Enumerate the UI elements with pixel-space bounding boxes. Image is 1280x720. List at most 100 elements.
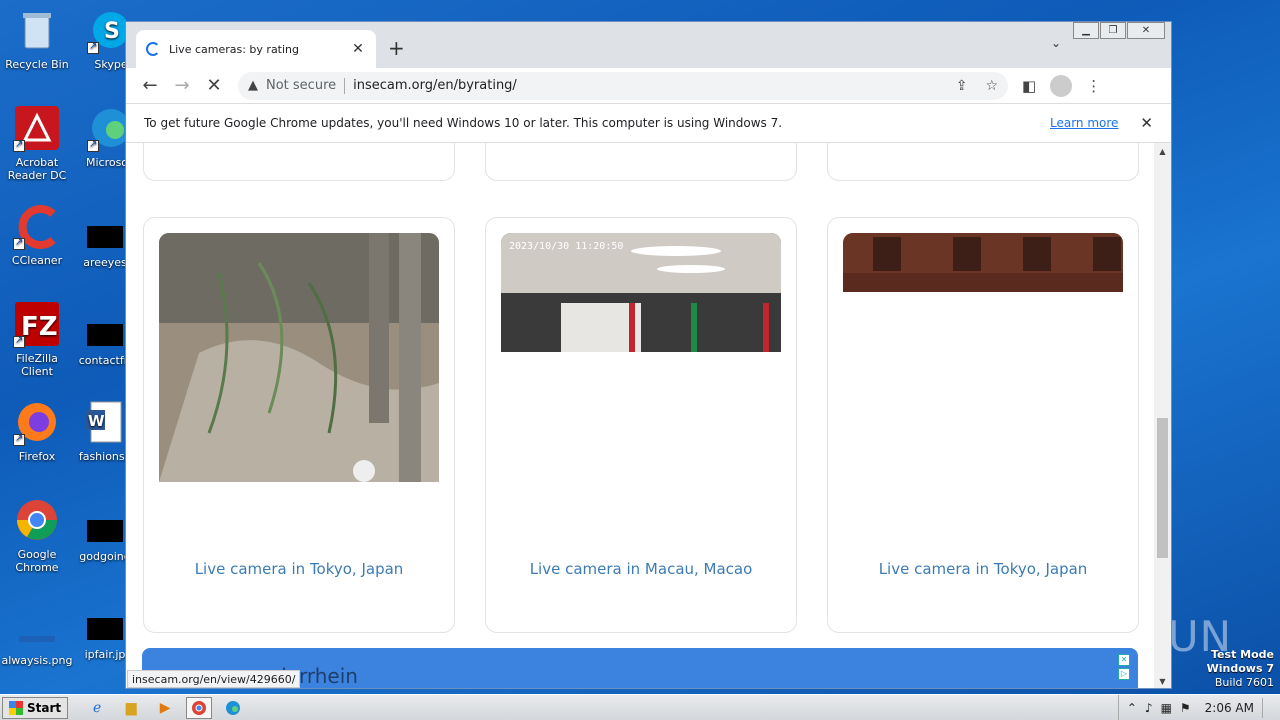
camera-thumbnail[interactable]: 2023/10/30 11:20:50	[501, 233, 781, 352]
taskbar-ie-icon[interactable]: ℯ	[84, 697, 110, 719]
camera-card-partial[interactable]	[143, 143, 455, 181]
taskbar-chrome-icon[interactable]	[186, 696, 213, 719]
file-icon	[87, 520, 123, 542]
shortcut-arrow-icon	[13, 138, 25, 152]
window-controls: ▁ ❐ ✕	[1072, 22, 1165, 39]
camera-thumbnail[interactable]	[843, 233, 1123, 292]
action-center-flag-icon[interactable]: ⚑	[1180, 701, 1191, 715]
start-label: Start	[27, 700, 62, 715]
minimize-button[interactable]: ▁	[1073, 22, 1099, 39]
desktop-icon-label: Firefox	[18, 450, 56, 463]
url-text[interactable]: insecam.org/en/byrating/	[353, 78, 938, 93]
camera-card[interactable]: Live camera in Tokyo, Japan	[827, 217, 1139, 633]
loading-spinner-icon	[146, 42, 160, 56]
ad-choices[interactable]: ✕ ▷	[1118, 654, 1132, 682]
ccleaner-icon	[13, 204, 61, 250]
test-mode-build: Build 7601	[1214, 676, 1274, 689]
forward-arrow-icon[interactable]: →	[166, 75, 198, 96]
ad-close-icon[interactable]: ✕	[1118, 654, 1130, 666]
word-document-icon: W	[81, 400, 129, 446]
desktop-icon-label: FileZilla Client	[16, 352, 58, 378]
address-separator	[344, 77, 346, 94]
camera-thumbnail[interactable]	[159, 233, 439, 482]
desktop-icon-chrome[interactable]: Google Chrome	[0, 498, 74, 574]
learn-more-link[interactable]: Learn more	[1050, 116, 1118, 130]
system-tray: ⌃ ♪ ▦ ⚑ 2:06 AM	[1117, 695, 1280, 720]
file-icon	[87, 618, 123, 640]
camera-feed-image	[159, 233, 439, 482]
taskbar-explorer-icon[interactable]: ▆	[118, 697, 144, 719]
svg-text:S: S	[104, 19, 120, 44]
desktop-icon-acrobat[interactable]: Acrobat Reader DC	[0, 106, 74, 182]
browser-toolbar: ← → ✕ ▲ Not secure insecam.org/en/byrati…	[126, 68, 1171, 103]
desktop-icon-label: alwaysis.png	[1, 654, 73, 667]
scroll-down-arrow-icon[interactable]: ▼	[1154, 673, 1171, 688]
desktop-icon-recycle-bin[interactable]: Recycle Bin	[0, 8, 74, 71]
tab-strip: Live cameras: by rating ✕ + ⌄ ▁ ❐ ✕	[126, 22, 1171, 68]
camera-card-partial[interactable]	[827, 143, 1139, 181]
shortcut-arrow-icon	[13, 334, 25, 348]
volume-icon[interactable]: ♪	[1145, 701, 1153, 715]
clock[interactable]: 2:06 AM	[1205, 701, 1254, 715]
windows-taskbar: Start ℯ ▆ ▶ ⌃ ♪ ▦ ⚑ 2:06 AM	[0, 694, 1280, 720]
page-scrollbar[interactable]: ▲ ▼	[1154, 143, 1171, 688]
camera-card-partial[interactable]	[485, 143, 797, 181]
infobar-close-icon[interactable]: ✕	[1140, 114, 1153, 132]
windows-logo-icon	[9, 700, 23, 715]
desktop-icon-label: Google Chrome	[15, 548, 59, 574]
new-tab-button[interactable]: +	[388, 36, 405, 60]
camera-location-link[interactable]: Live camera in Macau, Macao	[486, 560, 796, 578]
firefox-icon	[13, 400, 61, 446]
show-hidden-icons-icon[interactable]: ⌃	[1127, 701, 1137, 715]
taskbar-media-player-icon[interactable]: ▶	[152, 697, 178, 719]
link-status-bubble: insecam.org/en/view/429660/	[127, 670, 301, 688]
chrome-icon	[13, 498, 61, 544]
camera-card[interactable]: 2023/10/30 11:20:50 Live camera in Macau…	[485, 217, 797, 633]
share-icon[interactable]: ⇪	[956, 78, 968, 94]
tab-close-icon[interactable]: ✕	[350, 41, 366, 57]
menu-kebab-icon[interactable]: ⋮	[1086, 77, 1101, 95]
shortcut-arrow-icon	[13, 432, 25, 446]
image-file-icon	[13, 604, 61, 650]
network-icon[interactable]: ▦	[1161, 701, 1172, 715]
back-arrow-icon[interactable]: ←	[134, 75, 166, 96]
restore-button[interactable]: ❐	[1100, 22, 1126, 39]
toolbar-right: ◧ ⋮	[1022, 74, 1101, 97]
desktop-icon-label: Acrobat Reader DC	[7, 156, 67, 182]
warning-triangle-icon[interactable]: ▲	[248, 78, 258, 93]
close-window-button[interactable]: ✕	[1127, 22, 1165, 39]
svg-text:FZ: FZ	[21, 312, 58, 342]
desktop-icon-filezilla[interactable]: FZ FileZilla Client	[0, 302, 74, 378]
camera-location-link[interactable]: Live camera in Tokyo, Japan	[828, 560, 1138, 578]
side-panel-icon[interactable]: ◧	[1022, 77, 1036, 95]
show-desktop-button[interactable]	[1262, 698, 1272, 718]
camera-timestamp-overlay: 2023/10/30 11:20:50	[509, 241, 624, 252]
start-button[interactable]: Start	[2, 696, 69, 719]
stop-loading-icon[interactable]: ✕	[198, 75, 230, 96]
scrollbar-thumb[interactable]	[1157, 418, 1168, 558]
update-infobar: To get future Google Chrome updates, you…	[126, 103, 1171, 143]
taskbar-edge-icon[interactable]	[220, 697, 246, 719]
ad-info-icon[interactable]: ▷	[1118, 668, 1130, 680]
scroll-up-arrow-icon[interactable]: ▲	[1154, 143, 1171, 160]
tab-title: Live cameras: by rating	[169, 42, 300, 56]
desktop-icon-label: CCleaner	[11, 254, 63, 267]
test-mode-line: Test Mode	[1211, 648, 1274, 661]
desktop-icon-alwaysis[interactable]: alwaysis.png	[0, 604, 74, 667]
tab-search-chevron-icon[interactable]: ⌄	[1051, 36, 1061, 50]
file-icon	[87, 226, 123, 248]
recycle-bin-icon	[13, 8, 61, 54]
address-bar[interactable]: ▲ Not secure insecam.org/en/byrating/ ⇪ …	[238, 71, 1008, 100]
camera-card[interactable]: Live camera in Tokyo, Japan	[143, 217, 455, 633]
camera-location-link[interactable]: Live camera in Tokyo, Japan	[144, 560, 454, 578]
security-status[interactable]: Not secure	[266, 78, 336, 93]
profile-avatar-icon[interactable]	[1050, 74, 1073, 97]
test-mode-line: Windows 7	[1206, 662, 1274, 675]
tab-live-cameras[interactable]: Live cameras: by rating ✕	[136, 30, 376, 68]
desktop-icon-firefox[interactable]: Firefox	[0, 400, 74, 463]
shortcut-arrow-icon	[87, 138, 99, 152]
bookmark-star-icon[interactable]: ☆	[985, 78, 998, 94]
desktop-icon-ccleaner[interactable]: CCleaner	[0, 204, 74, 267]
desktop-icon-label: Recycle Bin	[5, 58, 69, 71]
camera-feed-image	[843, 233, 1123, 292]
